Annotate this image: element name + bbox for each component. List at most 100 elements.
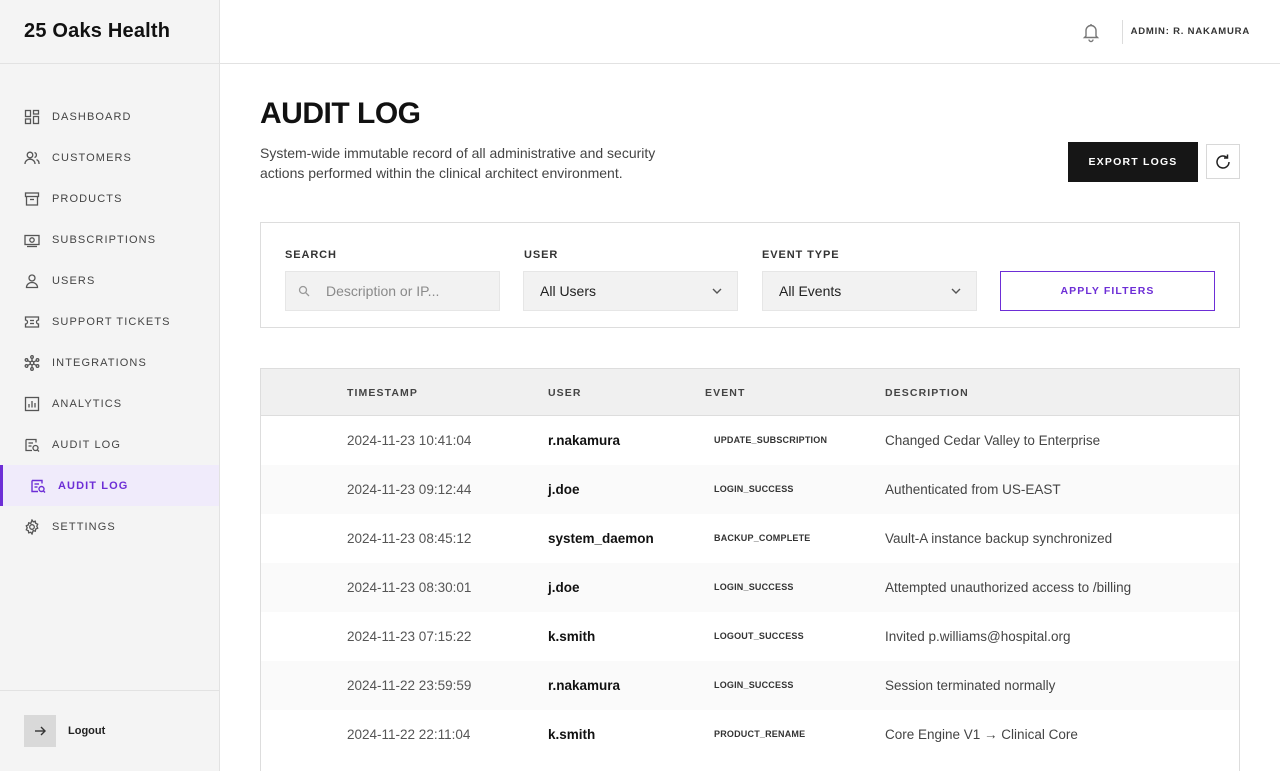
cell-timestamp: 2024-11-23 08:30:01	[347, 580, 472, 595]
cell-description: Vault-A instance backup synchronized	[885, 531, 1113, 546]
sidebar-item-label: SUPPORT TICKETS	[52, 315, 171, 328]
column-header-description[interactable]: DESCRIPTION	[885, 387, 969, 399]
customers-icon	[24, 150, 40, 166]
search-icon	[298, 285, 310, 297]
search-input[interactable]	[326, 283, 486, 299]
admin-user-label[interactable]: ADMIN: R. NAKAMURA	[1131, 26, 1250, 37]
cell-description: Changed Cedar Valley to Enterprise	[885, 433, 1101, 448]
refresh-button[interactable]	[1206, 144, 1240, 179]
user-select[interactable]: All Users	[523, 271, 738, 311]
cell-timestamp: 2024-11-22 22:11:04	[347, 727, 471, 742]
sidebar-item-dashboard[interactable]: DASHBOARD	[0, 96, 219, 137]
cell-event: LOGOUT_SUCCESS	[714, 631, 804, 641]
header-divider	[1122, 20, 1123, 44]
cell-timestamp: 2024-11-22 23:59:59	[347, 678, 472, 693]
table-row[interactable]: 2024-11-23 09:12:44 j.doe LOGIN_SUCCESS …	[261, 465, 1239, 514]
cell-description: Invited p.williams@hospital.org	[885, 629, 1071, 644]
cell-description: Session terminated normally	[885, 678, 1056, 693]
audit-log-icon	[24, 437, 40, 453]
event-type-select-value: All Events	[779, 283, 842, 299]
sidebar-item-settings[interactable]: SETTINGS	[0, 506, 219, 547]
cell-user: j.doe	[548, 580, 580, 595]
cell-event: LOGIN_SUCCESS	[714, 484, 794, 494]
arrow-right-icon	[35, 726, 46, 736]
cell-user: k.smith	[548, 629, 596, 644]
cell-timestamp: 2024-11-23 09:12:44	[347, 482, 472, 497]
sidebar-item-analytics[interactable]: ANALYTICS	[0, 383, 219, 424]
sidebar-item-label: INTEGRATIONS	[52, 356, 147, 369]
brand-name: 25 Oaks Health	[0, 0, 219, 64]
table-row[interactable]: 2024-11-22 22:11:04 k.smith PRODUCT_RENA…	[261, 710, 1239, 759]
page-description: System-wide immutable record of all admi…	[260, 145, 656, 181]
table-row[interactable]: 2024-11-23 08:30:01 j.doe LOGIN_SUCCESS …	[261, 563, 1239, 612]
cell-event: UPDATE_SUBSCRIPTION	[714, 435, 828, 445]
sidebar-item-users[interactable]: USERS	[0, 260, 219, 301]
cell-timestamp: 2024-11-23 07:15:22	[347, 629, 472, 644]
sidebar-item-integrations[interactable]: INTEGRATIONS	[0, 342, 219, 383]
event-type-select[interactable]: All Events	[762, 271, 977, 311]
search-label: SEARCH	[285, 249, 337, 261]
search-field[interactable]	[285, 271, 500, 311]
sidebar-item-customers[interactable]: CUSTOMERS	[0, 137, 219, 178]
user-select-value: All Users	[540, 283, 597, 299]
products-icon	[24, 191, 40, 207]
export-logs-button[interactable]: EXPORT LOGS	[1068, 142, 1198, 182]
logout-section: Logout	[0, 690, 219, 771]
cell-description: Authenticated from US-EAST	[885, 482, 1061, 497]
event-type-label: EVENT TYPE	[762, 249, 840, 261]
audit-log-table: TIMESTAMP USER EVENT DESCRIPTION 2024-11…	[260, 368, 1240, 771]
chevron-down-icon	[712, 288, 722, 294]
cell-user: k.smith	[548, 727, 596, 742]
apply-filters-button[interactable]: APPLY FILTERS	[1000, 271, 1215, 311]
cell-event: PRODUCT_RENAME	[714, 729, 806, 739]
logout-label[interactable]: Logout	[68, 725, 105, 737]
cell-timestamp: 2024-11-23 08:45:12	[347, 531, 472, 546]
cell-event: LOGIN_SUCCESS	[714, 582, 794, 592]
table-row[interactable]: 2024-11-23 07:15:22 k.smith LOGOUT_SUCCE…	[261, 612, 1239, 661]
sidebar-item-label: USERS	[52, 274, 96, 287]
cell-event: BACKUP_COMPLETE	[714, 533, 811, 543]
filters-panel: SEARCH USER All Users EVENT TYPE All Eve…	[260, 222, 1240, 328]
integrations-icon	[24, 354, 40, 371]
sidebar-item-subscriptions[interactable]: SUBSCRIPTIONS	[0, 219, 219, 260]
page-title: AUDIT LOG	[260, 97, 421, 130]
cell-timestamp: 2024-11-23 10:41:04	[347, 433, 472, 448]
gear-icon	[24, 518, 40, 535]
sidebar-item-products[interactable]: PRODUCTS	[0, 178, 219, 219]
cell-user: j.doe	[548, 482, 580, 497]
chevron-down-icon	[951, 288, 961, 294]
sidebar-item-label: DASHBOARD	[52, 110, 132, 123]
cell-event: LOGIN_SUCCESS	[714, 680, 794, 690]
bell-icon[interactable]	[1080, 21, 1102, 43]
sidebar-item-label: AUDIT LOG	[58, 479, 129, 492]
refresh-icon	[1216, 154, 1230, 169]
analytics-icon	[24, 396, 40, 412]
column-header-event[interactable]: EVENT	[705, 387, 746, 399]
table-row[interactable]: 2024-11-23 08:45:12 system_daemon BACKUP…	[261, 514, 1239, 563]
table-row[interactable]: 2024-11-23 10:41:04 r.nakamura UPDATE_SU…	[261, 416, 1239, 465]
column-header-user[interactable]: USER	[548, 387, 582, 399]
sidebar-item-audit-log-active[interactable]: AUDIT LOG	[0, 465, 219, 506]
table-header: TIMESTAMP USER EVENT DESCRIPTION	[261, 369, 1239, 416]
sidebar-item-label: SETTINGS	[52, 520, 116, 533]
cell-user: r.nakamura	[548, 433, 621, 448]
user-icon	[24, 273, 40, 289]
sidebar-item-label: PRODUCTS	[52, 192, 123, 205]
subscriptions-icon	[24, 232, 40, 248]
sidebar-item-label: SUBSCRIPTIONS	[52, 233, 157, 246]
sidebar-item-audit-log[interactable]: AUDIT LOG	[0, 424, 219, 465]
sidebar-item-label: AUDIT LOG	[52, 438, 121, 451]
sidebar-item-label: CUSTOMERS	[52, 151, 132, 164]
dashboard-icon	[24, 109, 40, 125]
audit-log-icon	[30, 478, 46, 494]
sidebar-item-support-tickets[interactable]: SUPPORT TICKETS	[0, 301, 219, 342]
sidebar-item-label: ANALYTICS	[52, 397, 123, 410]
cell-description: Core Engine V1 → Clinical Core	[885, 727, 1078, 742]
user-filter-label: USER	[524, 249, 559, 261]
logout-button[interactable]	[24, 715, 56, 747]
table-row[interactable]: 2024-11-22 23:59:59 r.nakamura LOGIN_SUC…	[261, 661, 1239, 710]
top-bar: ADMIN: R. NAKAMURA	[220, 0, 1280, 64]
sidebar: 25 Oaks Health DASHBOARD CUSTOMERS PRODU…	[0, 0, 220, 771]
column-header-timestamp[interactable]: TIMESTAMP	[347, 387, 418, 399]
ticket-icon	[24, 314, 40, 330]
